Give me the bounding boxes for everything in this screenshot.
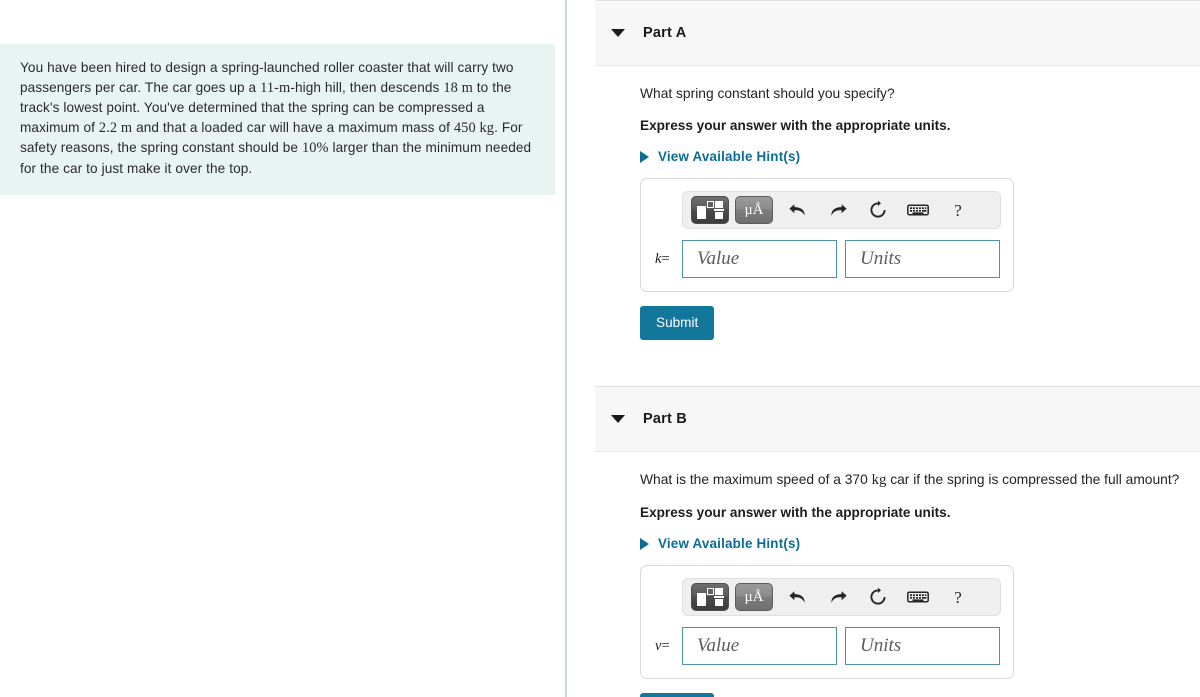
units-palette-button[interactable]: μÅ xyxy=(735,583,773,611)
part-b-question-unit: kg xyxy=(871,472,887,488)
help-icon[interactable]: ? xyxy=(943,584,973,610)
chevron-down-icon[interactable] xyxy=(611,415,625,423)
micro-angstrom-icon: μÅ xyxy=(744,201,764,218)
redo-icon[interactable] xyxy=(823,584,853,610)
part-a-answer-card: μÅ ? k= Value Units xyxy=(640,178,1014,292)
part-b-question-prefix: What is the maximum speed of a 370 xyxy=(640,472,872,487)
part-a-answer-row: k= Value Units xyxy=(653,240,1001,278)
math-template-icon xyxy=(697,587,724,607)
answer-pane: Part A What spring constant should you s… xyxy=(569,0,1200,697)
problem-quantity: 18 m xyxy=(443,79,473,96)
part-a-variable-label: k= xyxy=(653,251,682,268)
part-b-hint-label: View Available Hint(s) xyxy=(658,536,801,551)
part-b-equals: = xyxy=(661,637,670,654)
part-a-hint-label: View Available Hint(s) xyxy=(658,149,801,164)
redo-icon[interactable] xyxy=(823,197,853,223)
part-block-b: Part B What is the maximum speed of a 37… xyxy=(569,386,1200,697)
part-b-title: Part B xyxy=(643,411,687,427)
page-root: You have been hired to design a spring-l… xyxy=(0,0,1200,697)
problem-quantity: 2.2 m xyxy=(98,119,133,136)
part-a-equals: = xyxy=(661,250,670,267)
part-b-value-input[interactable]: Value xyxy=(682,627,837,665)
problem-text-run: -high hill, then descends xyxy=(290,79,444,95)
part-a-value-input[interactable]: Value xyxy=(682,240,837,278)
part-b-value-placeholder: Value xyxy=(697,635,740,656)
math-template-button[interactable] xyxy=(691,583,729,611)
part-b-header[interactable]: Part B xyxy=(595,386,1200,452)
keyboard-icon[interactable] xyxy=(903,197,933,223)
undo-icon[interactable] xyxy=(783,197,813,223)
help-icon[interactable]: ? xyxy=(943,197,973,223)
micro-angstrom-icon: μÅ xyxy=(744,588,764,605)
part-a-instruction: Express your answer with the appropriate… xyxy=(640,118,951,133)
part-a-title: Part A xyxy=(643,25,687,41)
part-a-math-toolbar: μÅ ? xyxy=(682,191,1001,229)
part-a-question-prefix: What spring constant should you specify? xyxy=(640,86,895,101)
part-b-hint-toggle[interactable]: View Available Hint(s) xyxy=(640,536,800,551)
part-b-units-placeholder: Units xyxy=(860,635,902,656)
problem-statement-text: You have been hired to design a spring-l… xyxy=(20,58,533,179)
problem-quantity: 10% xyxy=(301,140,329,157)
chevron-right-icon xyxy=(640,537,649,550)
part-b-variable-label: v= xyxy=(653,638,682,655)
part-a-value-placeholder: Value xyxy=(697,248,740,269)
part-a-hint-toggle[interactable]: View Available Hint(s) xyxy=(640,149,800,164)
part-b-question-suffix: car if the spring is compressed the full… xyxy=(886,472,1180,487)
part-b-body: What is the maximum speed of a 370 kg ca… xyxy=(569,452,1200,697)
part-b-answer-card: μÅ ? v= Value Units xyxy=(640,565,1014,679)
part-b-instruction: Express your answer with the appropriate… xyxy=(640,505,951,520)
part-b-answer-row: v= Value Units xyxy=(653,627,1001,665)
problem-pane: You have been hired to design a spring-l… xyxy=(0,0,567,697)
part-block-a: Part A What spring constant should you s… xyxy=(569,0,1200,340)
part-a-units-placeholder: Units xyxy=(860,248,902,269)
problem-quantity: 450 kg xyxy=(453,119,495,136)
undo-icon[interactable] xyxy=(783,584,813,610)
part-b-submit-button[interactable]: Submit xyxy=(640,693,715,697)
reset-icon[interactable] xyxy=(863,584,893,610)
problem-statement-card: You have been hired to design a spring-l… xyxy=(0,44,555,195)
chevron-down-icon[interactable] xyxy=(611,29,625,37)
part-a-body: What spring constant should you specify?… xyxy=(569,66,1200,340)
part-b-math-toolbar: μÅ ? xyxy=(682,578,1001,616)
part-b-question: What is the maximum speed of a 370 kg ca… xyxy=(640,470,1200,490)
math-template-button[interactable] xyxy=(691,196,729,224)
part-a-submit-button[interactable]: Submit xyxy=(640,306,715,340)
units-palette-button[interactable]: μÅ xyxy=(735,196,773,224)
part-a-header[interactable]: Part A xyxy=(595,0,1200,66)
chevron-right-icon xyxy=(640,150,649,163)
help-question-mark: ? xyxy=(954,587,962,607)
part-spacer xyxy=(569,340,1200,386)
part-a-units-input[interactable]: Units xyxy=(845,240,1000,278)
part-b-units-input[interactable]: Units xyxy=(845,627,1000,665)
problem-quantity: 11-m xyxy=(260,79,291,96)
part-a-question: What spring constant should you specify? xyxy=(640,84,1200,103)
math-template-icon xyxy=(697,200,724,220)
keyboard-icon[interactable] xyxy=(903,584,933,610)
help-question-mark: ? xyxy=(954,200,962,220)
reset-icon[interactable] xyxy=(863,197,893,223)
problem-text-run: and that a loaded car will have a maximu… xyxy=(132,119,454,135)
